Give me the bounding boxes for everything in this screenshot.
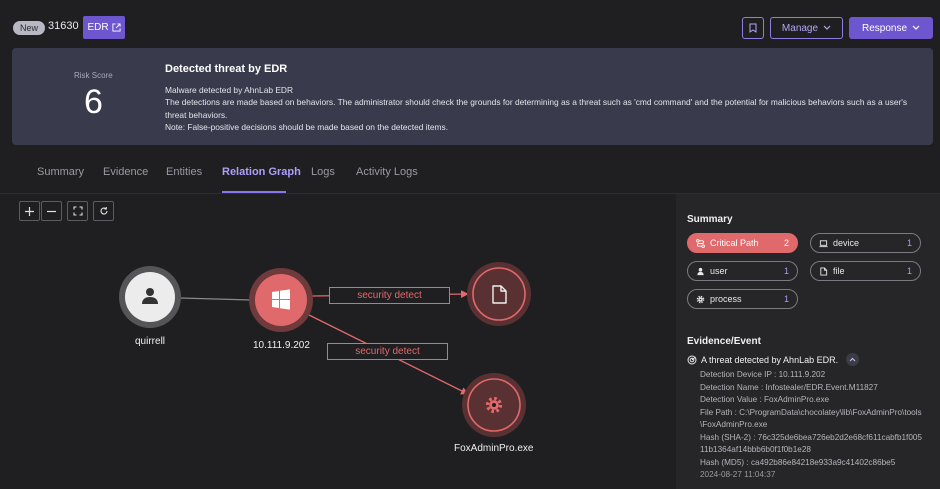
evidence-line: Detection Value : FoxAdminPro.exe — [700, 395, 830, 404]
threat-line: Note: False-positive decisions should be… — [165, 122, 449, 133]
chip-file[interactable]: file 1 — [810, 261, 921, 281]
tab-relation-graph[interactable]: Relation Graph — [222, 166, 301, 178]
incident-id: 31630 — [48, 20, 79, 32]
evidence-headline: A threat detected by AhnLab EDR. — [701, 354, 839, 365]
file-node[interactable] — [467, 262, 531, 326]
graph-svg — [119, 262, 531, 437]
chip-count: 1 — [783, 294, 789, 304]
top-bar: New 31630 EDR Manage Response — [0, 0, 940, 50]
threat-title: Detected threat by EDR — [165, 63, 288, 75]
user-icon — [697, 267, 704, 275]
tab-entities[interactable]: Entities — [166, 166, 202, 178]
manage-dropdown-button[interactable]: Manage — [770, 17, 843, 39]
bookmark-icon — [749, 23, 757, 33]
edge-user-device — [179, 297, 252, 301]
external-link-icon — [112, 23, 121, 32]
chevron-down-icon — [823, 25, 831, 30]
laptop-icon — [819, 239, 828, 247]
evidence-line: Detection Device IP : 10.111.9.202 — [700, 370, 826, 379]
chip-label: user — [710, 266, 728, 276]
chip-label: file — [833, 266, 845, 276]
chip-count: 2 — [783, 238, 789, 248]
gear-icon — [696, 295, 705, 303]
tab-bar: Summary Evidence Entities Relation Graph… — [0, 150, 940, 194]
tab-summary[interactable]: Summary — [37, 166, 84, 178]
file-icon — [820, 266, 828, 276]
threat-radar-icon — [687, 355, 697, 364]
edge-label-to-file: security detect — [329, 287, 450, 304]
chip-count: 1 — [783, 266, 789, 276]
evidence-line: Hash (SHA-2) : 76c325de6bea726eb2d2e68cf… — [700, 432, 922, 455]
threat-line: The detections are made based on behavio… — [165, 97, 908, 120]
device-node[interactable] — [249, 268, 313, 332]
evidence-line: Hash (MD5) : ca492b86e84218e933a9c41402c… — [700, 457, 896, 467]
chevron-up-icon — [849, 357, 856, 362]
evidence-title: Evidence/Event — [687, 336, 761, 347]
risk-score-value: 6 — [84, 83, 103, 121]
threat-description: Malware detected by AhnLab EDR The detec… — [165, 84, 925, 134]
chip-user[interactable]: user 1 — [687, 261, 798, 281]
chip-critical-path[interactable]: Critical Path 2 — [687, 233, 798, 253]
user-node[interactable] — [119, 266, 181, 328]
evidence-line: Detection Name : Infostealer/EDR.Event.M… — [700, 382, 878, 392]
chip-process[interactable]: process 1 — [687, 289, 798, 309]
evidence-timestamp: 2024-08-27 11:04:37 — [700, 470, 776, 479]
evidence-line: File Path : C:\ProgramData\chocolatey\li… — [700, 407, 922, 430]
edr-button[interactable]: EDR — [83, 16, 125, 39]
manage-label: Manage — [781, 22, 819, 34]
tab-evidence[interactable]: Evidence — [103, 166, 148, 178]
summary-title: Summary — [687, 214, 733, 225]
chip-device[interactable]: device 1 — [810, 233, 921, 253]
threat-line: Malware detected by AhnLab EDR — [165, 85, 294, 95]
chip-label: device — [833, 238, 860, 248]
response-label: Response — [861, 22, 908, 34]
user-node-label: quirrell — [135, 336, 166, 347]
threat-summary-panel: Risk Score 6 Detected threat by EDR Malw… — [12, 48, 933, 145]
chevron-down-icon — [912, 25, 920, 30]
tab-activity-logs[interactable]: Activity Logs — [356, 166, 418, 178]
tab-logs[interactable]: Logs — [311, 166, 335, 178]
chip-label: process — [710, 294, 742, 304]
device-node-label: 10.111.9.202 — [253, 340, 310, 351]
collapse-evidence-button[interactable] — [846, 353, 860, 366]
process-node-label: FoxAdminPro.exe — [454, 443, 534, 454]
route-icon — [696, 238, 705, 248]
bookmark-button[interactable] — [742, 17, 764, 39]
response-dropdown-button[interactable]: Response — [849, 17, 933, 39]
new-badge: New — [13, 21, 46, 35]
evidence-details: Detection Device IP : 10.111.9.202 Detec… — [700, 369, 924, 482]
evidence-item-header: A threat detected by AhnLab EDR. — [687, 353, 860, 366]
process-node[interactable] — [462, 373, 526, 437]
chip-count: 1 — [906, 266, 912, 276]
risk-score-label: Risk Score — [74, 71, 113, 80]
chip-label: Critical Path — [710, 238, 759, 248]
edr-button-label: EDR — [87, 22, 109, 33]
active-tab-indicator — [222, 191, 286, 193]
relation-graph-canvas[interactable]: security detect security detect quirrell… — [0, 194, 676, 489]
chip-count: 1 — [906, 238, 912, 248]
summary-side-panel: Summary Critical Path 2 device 1 user 1 … — [676, 194, 940, 489]
edge-label-to-process: security detect — [327, 343, 448, 360]
